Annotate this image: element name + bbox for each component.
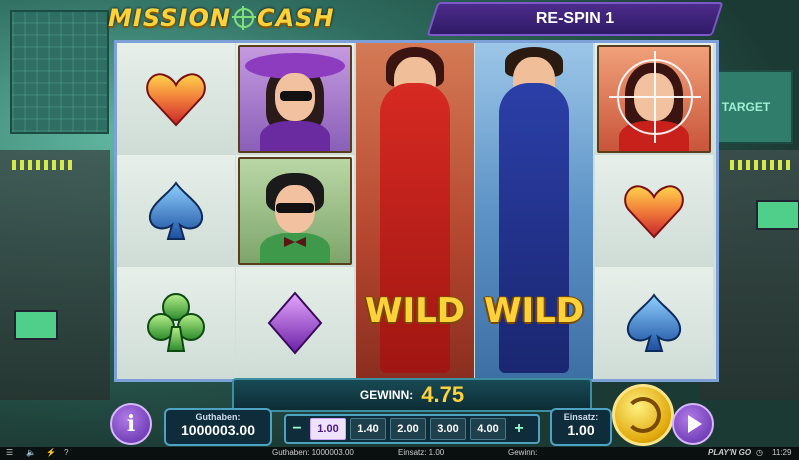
console-screen-right	[756, 200, 799, 230]
reel-5	[595, 43, 713, 379]
spade-icon	[626, 293, 682, 352]
wild-label: WILD	[364, 291, 466, 331]
status-bar: ☰ 🔈 ⚡ ? Guthaben: 1000003.00 Einsatz: 1.…	[0, 447, 799, 460]
man-portrait-icon	[238, 157, 352, 265]
brand-logo: PLAY'N GO	[708, 448, 752, 457]
bet-selector: − 1.00 1.40 2.00 3.00 4.00 +	[284, 414, 540, 444]
stake-label: Einsatz:	[563, 412, 599, 422]
background-map-screen	[10, 10, 109, 134]
stake-value: 1.00	[567, 422, 595, 438]
info-button[interactable]: i	[110, 403, 152, 445]
woman-portrait-icon	[238, 45, 352, 153]
balance-value: 1000003.00	[181, 422, 255, 438]
symbol-woman-in-purple-hat	[236, 43, 354, 155]
menu-icon[interactable]: ☰	[6, 448, 13, 457]
clock-icon: ◷	[756, 448, 763, 457]
symbol-wild-male-agent: WILD	[475, 43, 593, 379]
background-console-left	[0, 150, 110, 400]
diamond-icon	[267, 291, 323, 355]
autoplay-button[interactable]	[672, 403, 714, 445]
symbol-heart	[117, 43, 235, 155]
bet-option-4[interactable]: 3.00	[430, 418, 466, 440]
symbol-club	[117, 267, 235, 379]
heart-icon	[146, 73, 206, 127]
balance-display: Guthaben: 1000003.00	[164, 408, 272, 446]
bet-increase-button[interactable]: +	[508, 418, 530, 440]
help-icon[interactable]: ?	[64, 448, 68, 457]
status-balance: Guthaben: 1000003.00	[272, 448, 354, 457]
spade-icon	[148, 181, 204, 240]
reel-grid: WILD WILD	[114, 40, 719, 382]
symbol-heart	[595, 155, 713, 267]
reel-1	[117, 43, 235, 379]
console-screen-left	[14, 310, 58, 340]
win-value: 4.75	[421, 382, 465, 407]
symbol-man-with-glasses	[236, 155, 354, 267]
symbol-wild-female-agent: WILD	[356, 43, 474, 379]
game-logo: MISSION CASH	[108, 4, 335, 32]
crosshair-icon	[609, 51, 701, 143]
status-win: Gewinn:	[508, 448, 538, 457]
spin-button[interactable]	[612, 384, 674, 446]
win-label: GEWINN:	[359, 388, 414, 402]
turbo-icon[interactable]: ⚡	[46, 448, 56, 457]
play-icon	[688, 415, 702, 433]
reel-2	[236, 43, 354, 379]
console-lights-right	[730, 160, 790, 170]
bet-option-2[interactable]: 1.40	[350, 418, 386, 440]
heart-icon	[624, 185, 684, 239]
win-display: GEWINN: 4.75	[232, 378, 592, 412]
crosshair-icon	[231, 6, 256, 30]
symbol-woman-in-crosshair	[595, 43, 713, 155]
console-lights-left	[12, 160, 72, 170]
sound-icon[interactable]: 🔈	[26, 448, 36, 457]
bet-option-5[interactable]: 4.00	[470, 418, 506, 440]
bet-option-3[interactable]: 2.00	[390, 418, 426, 440]
target-woman-portrait-icon	[597, 45, 711, 153]
spin-arrows-icon	[625, 397, 661, 433]
info-icon: i	[126, 411, 136, 437]
symbol-diamond	[236, 267, 354, 379]
bet-option-1[interactable]: 1.00	[310, 418, 346, 440]
status-stake: Einsatz: 1.00	[398, 448, 445, 457]
symbol-spade	[595, 267, 713, 379]
clock-time: 11:29	[772, 448, 792, 457]
bet-decrease-button[interactable]: −	[286, 418, 308, 440]
symbol-spade	[117, 155, 235, 267]
balance-label: Guthaben:	[195, 412, 241, 422]
stake-display: Einsatz: 1.00	[550, 408, 612, 446]
wild-label: WILD	[483, 291, 585, 331]
club-icon	[147, 293, 205, 352]
respin-banner: RE-SPIN 1	[426, 2, 724, 36]
